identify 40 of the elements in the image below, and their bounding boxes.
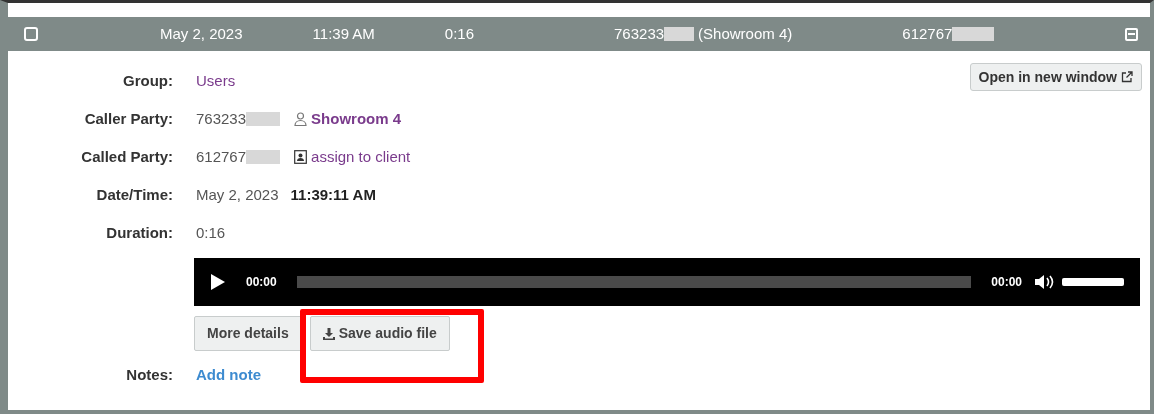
phone-number: 612767	[196, 146, 247, 167]
field-label: Duration:	[105, 222, 173, 243]
blurred-digits	[664, 27, 695, 41]
call-date: May 2, 2023	[160, 23, 243, 44]
current-time: 00:00	[246, 274, 277, 291]
caller-name: (Showroom 4)	[698, 23, 793, 44]
play-icon[interactable]	[210, 273, 226, 291]
row-checkbox[interactable]	[24, 27, 38, 41]
volume-slider[interactable]	[1062, 278, 1124, 286]
collapse-icon[interactable]	[1125, 27, 1138, 41]
blurred-digits	[952, 27, 995, 41]
open-in-new-window-button[interactable]: Open in new window	[969, 63, 1142, 91]
call-time: 11:39 AM	[312, 23, 375, 44]
field-label: Date/Time:	[95, 184, 173, 205]
total-time: 00:00	[991, 274, 1022, 291]
save-audio-file-button[interactable]: Save audio file	[309, 316, 450, 351]
assign-to-client-link[interactable]: assign to client	[311, 145, 411, 169]
add-note-link[interactable]: Add note	[196, 363, 261, 387]
field-label: Called Party:	[80, 146, 173, 167]
volume-icon[interactable]	[1034, 273, 1054, 291]
time-value: 11:39:11 AM	[290, 184, 376, 205]
call-duration: 0:16	[444, 23, 475, 44]
duration-value: 0:16	[196, 222, 226, 243]
progress-track[interactable]	[296, 276, 972, 288]
field-label: Notes:	[125, 364, 173, 385]
phone-number: 763233	[196, 108, 247, 129]
field-label: Caller Party:	[83, 108, 173, 129]
person-icon	[294, 112, 308, 126]
more-details-button[interactable]: More details	[194, 316, 302, 351]
field-label: Group:	[122, 70, 173, 91]
caller-number: 763233	[614, 23, 665, 44]
download-icon	[322, 327, 335, 340]
external-link-icon	[1121, 71, 1133, 83]
blurred-digits	[246, 150, 281, 164]
contact-link[interactable]: Showroom 4	[311, 107, 402, 131]
blurred-digits	[246, 112, 281, 126]
called-number: 612767	[902, 23, 953, 44]
group-link[interactable]: Users	[196, 69, 236, 93]
contact-card-icon	[294, 150, 308, 164]
date-value: May 2, 2023	[196, 184, 279, 205]
